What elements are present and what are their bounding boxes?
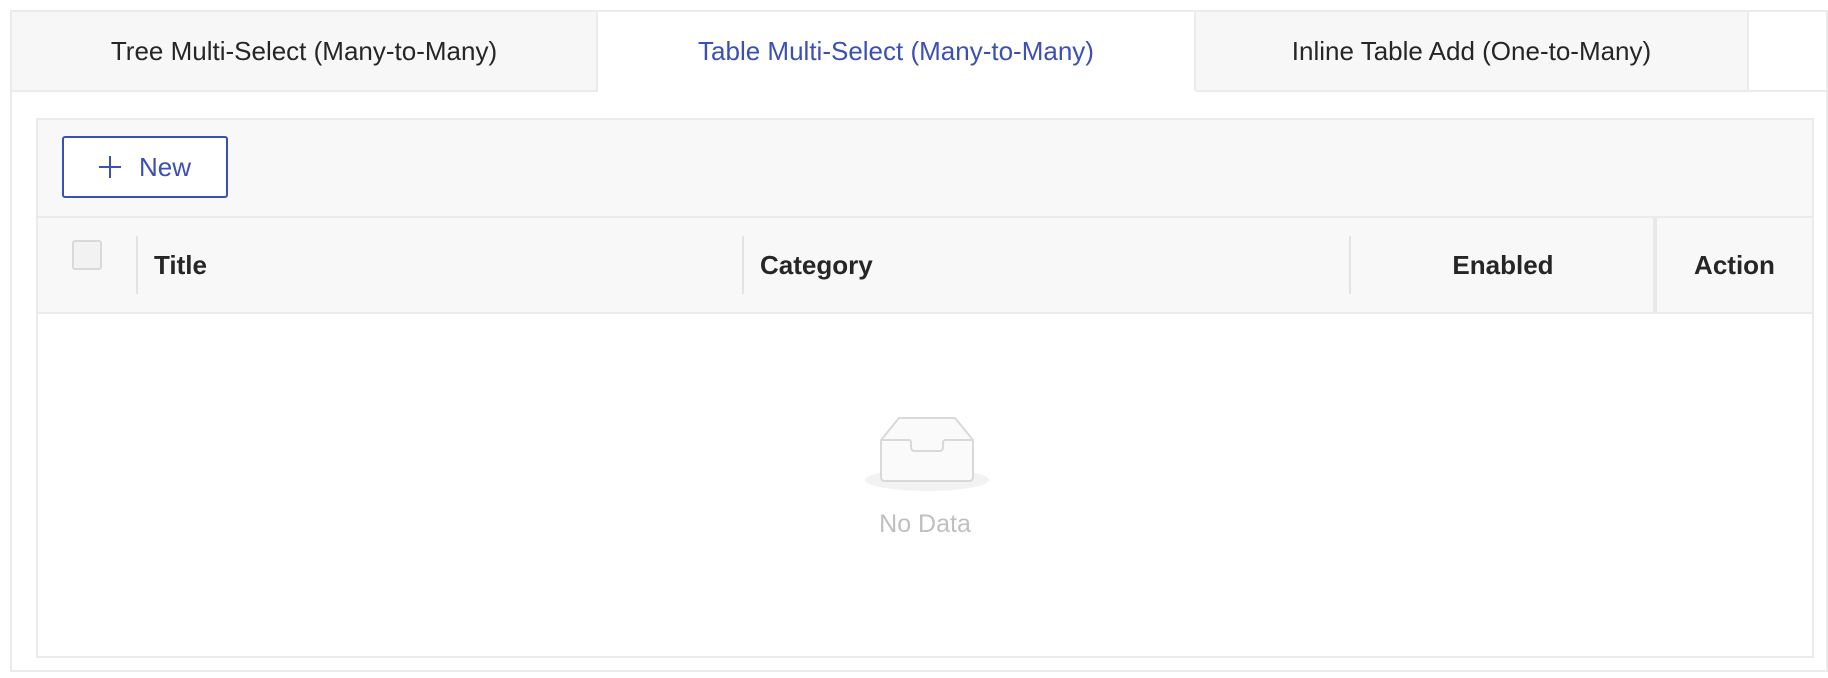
tab-table-multi-select[interactable]: Table Multi-Select (Many-to-Many) — [598, 12, 1196, 92]
new-button[interactable]: New — [62, 136, 228, 198]
column-header-label: Action — [1694, 249, 1775, 280]
tab-inline-table-add[interactable]: Inline Table Add (One-to-Many) — [1196, 12, 1749, 92]
empty-inbox-icon — [865, 417, 989, 491]
column-separator — [1349, 236, 1351, 294]
tab-label: Inline Table Add (One-to-Many) — [1291, 35, 1652, 66]
tab-label: Table Multi-Select (Many-to-Many) — [698, 35, 1094, 66]
column-separator — [742, 236, 744, 294]
tab-bar-filler — [1749, 12, 1826, 92]
table-empty-state: No Data — [38, 314, 1812, 654]
table-toolbar: New — [38, 120, 1812, 218]
column-header-action: Action — [1657, 218, 1812, 312]
select-all-checkbox[interactable] — [72, 240, 102, 270]
column-header-label: Enabled — [1452, 249, 1554, 280]
column-separator — [136, 236, 138, 294]
tab-label: Tree Multi-Select (Many-to-Many) — [110, 35, 498, 66]
column-header-category[interactable]: Category — [742, 218, 1349, 312]
tab-bar: Tree Multi-Select (Many-to-Many) Table M… — [12, 12, 1826, 92]
table-panel: New Title Category Enabled Action No Dat… — [36, 118, 1814, 658]
empty-state-text: No Data — [879, 510, 971, 538]
column-header-title[interactable]: Title — [136, 218, 742, 312]
tab-tree-multi-select[interactable]: Tree Multi-Select (Many-to-Many) — [12, 12, 598, 92]
column-header-label: Title — [154, 249, 207, 280]
header-select-all-cell — [38, 218, 136, 312]
column-header-enabled[interactable]: Enabled — [1349, 218, 1657, 312]
new-button-label: New — [138, 151, 191, 182]
table-header: Title Category Enabled Action — [38, 218, 1812, 314]
plus-icon — [98, 156, 121, 178]
tabs-card: Tree Multi-Select (Many-to-Many) Table M… — [10, 10, 1828, 672]
column-header-label: Category — [760, 249, 873, 280]
